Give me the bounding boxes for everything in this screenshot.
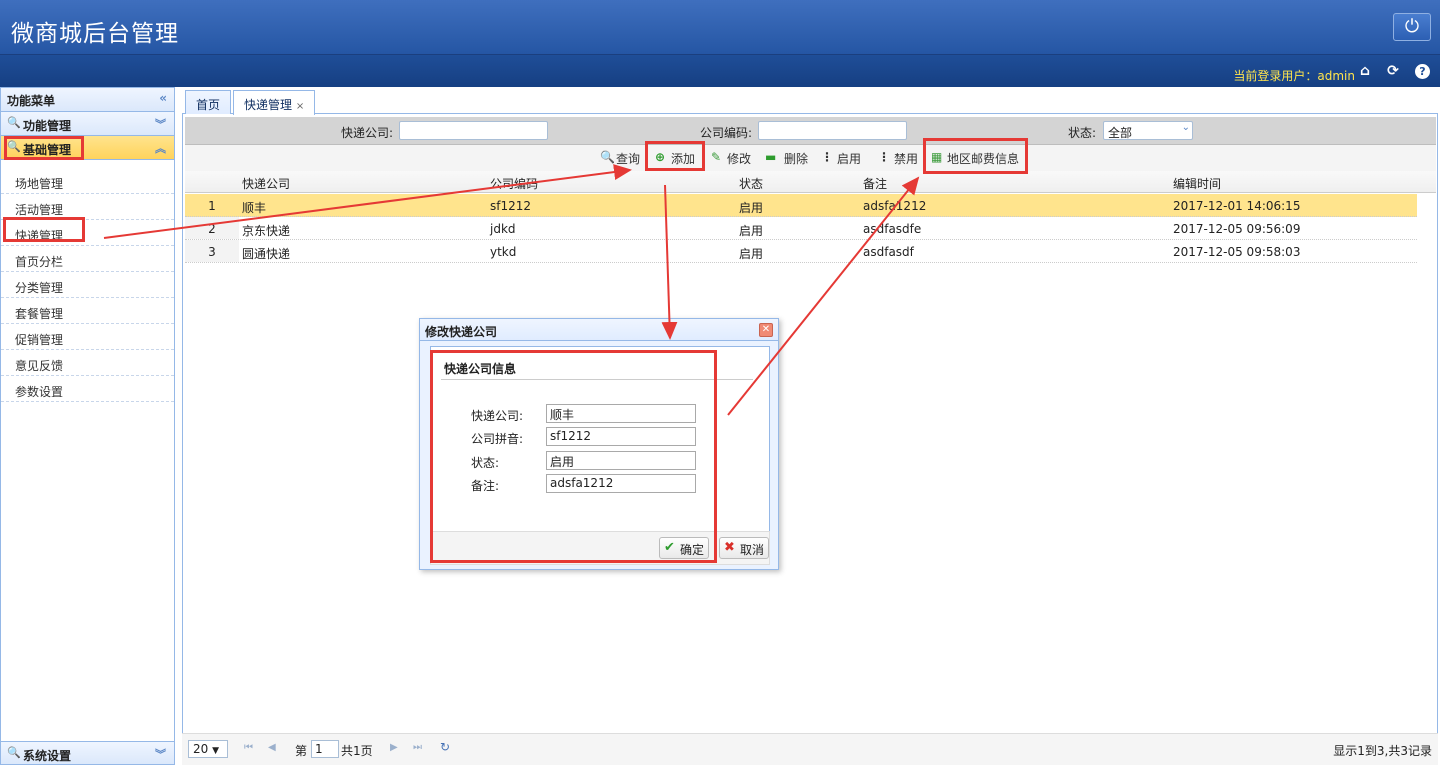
annotation-arrows <box>103 164 920 416</box>
arrow-dialog-to-region-fee <box>727 176 920 416</box>
arrow-add-to-dialog <box>661 184 678 340</box>
arrow-menu-to-add <box>103 164 632 239</box>
